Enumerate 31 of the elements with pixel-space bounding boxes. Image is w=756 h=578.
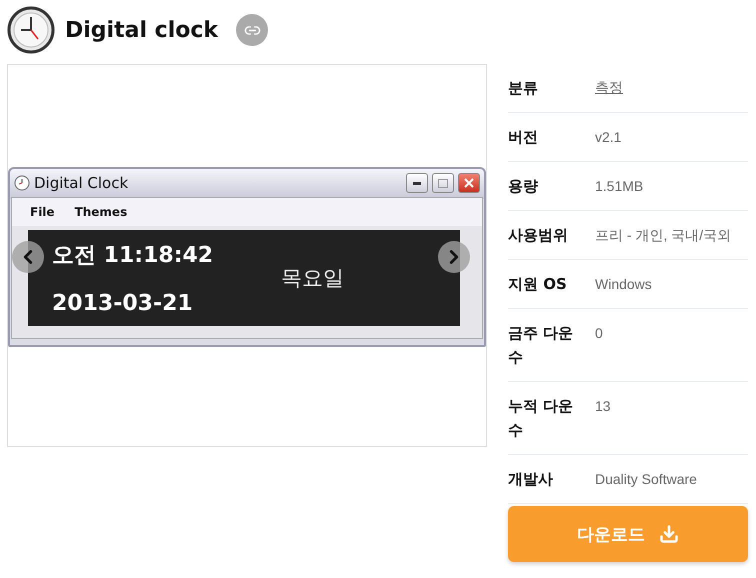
close-button[interactable] <box>458 173 480 193</box>
clock-icon <box>7 6 55 54</box>
menu-item[interactable]: Themes <box>74 205 128 219</box>
download-icon <box>659 524 679 544</box>
info-value: 1.51MB <box>595 177 644 196</box>
info-value: v2.1 <box>595 128 622 147</box>
info-label: 버전 <box>508 127 539 148</box>
info-value: 13 <box>595 397 612 416</box>
info-label: 분류 <box>508 78 539 99</box>
weekday-text: 목요일 <box>281 265 345 292</box>
info-value: 프리 - 개인, 국내/국외 <box>595 226 732 245</box>
info-label: 사용범위 <box>508 225 569 246</box>
clock-icon <box>14 175 30 191</box>
info-value: Duality Software <box>595 470 698 489</box>
time-text: 오전 11:18:42 <box>52 242 214 270</box>
minimize-icon <box>413 182 421 184</box>
info-value: Windows <box>595 275 653 294</box>
window-title: Digital Clock <box>34 174 130 192</box>
info-label: 개발사 <box>508 469 554 490</box>
app-title: Digital clock <box>65 18 218 42</box>
maximize-icon <box>438 178 448 188</box>
minimize-button[interactable] <box>406 173 428 193</box>
date-text: 2013-03-21 <box>52 291 193 316</box>
menu-item[interactable]: File <box>30 205 55 219</box>
info-label: 누적 다운수 <box>508 396 574 441</box>
info-label: 금주 다운수 <box>508 323 574 368</box>
info-label: 지원 OS <box>508 274 568 295</box>
category-link[interactable]: 측정 <box>595 76 623 100</box>
close-icon <box>464 178 474 188</box>
info-label: 용량 <box>508 176 539 197</box>
info-value: 0 <box>595 324 604 343</box>
